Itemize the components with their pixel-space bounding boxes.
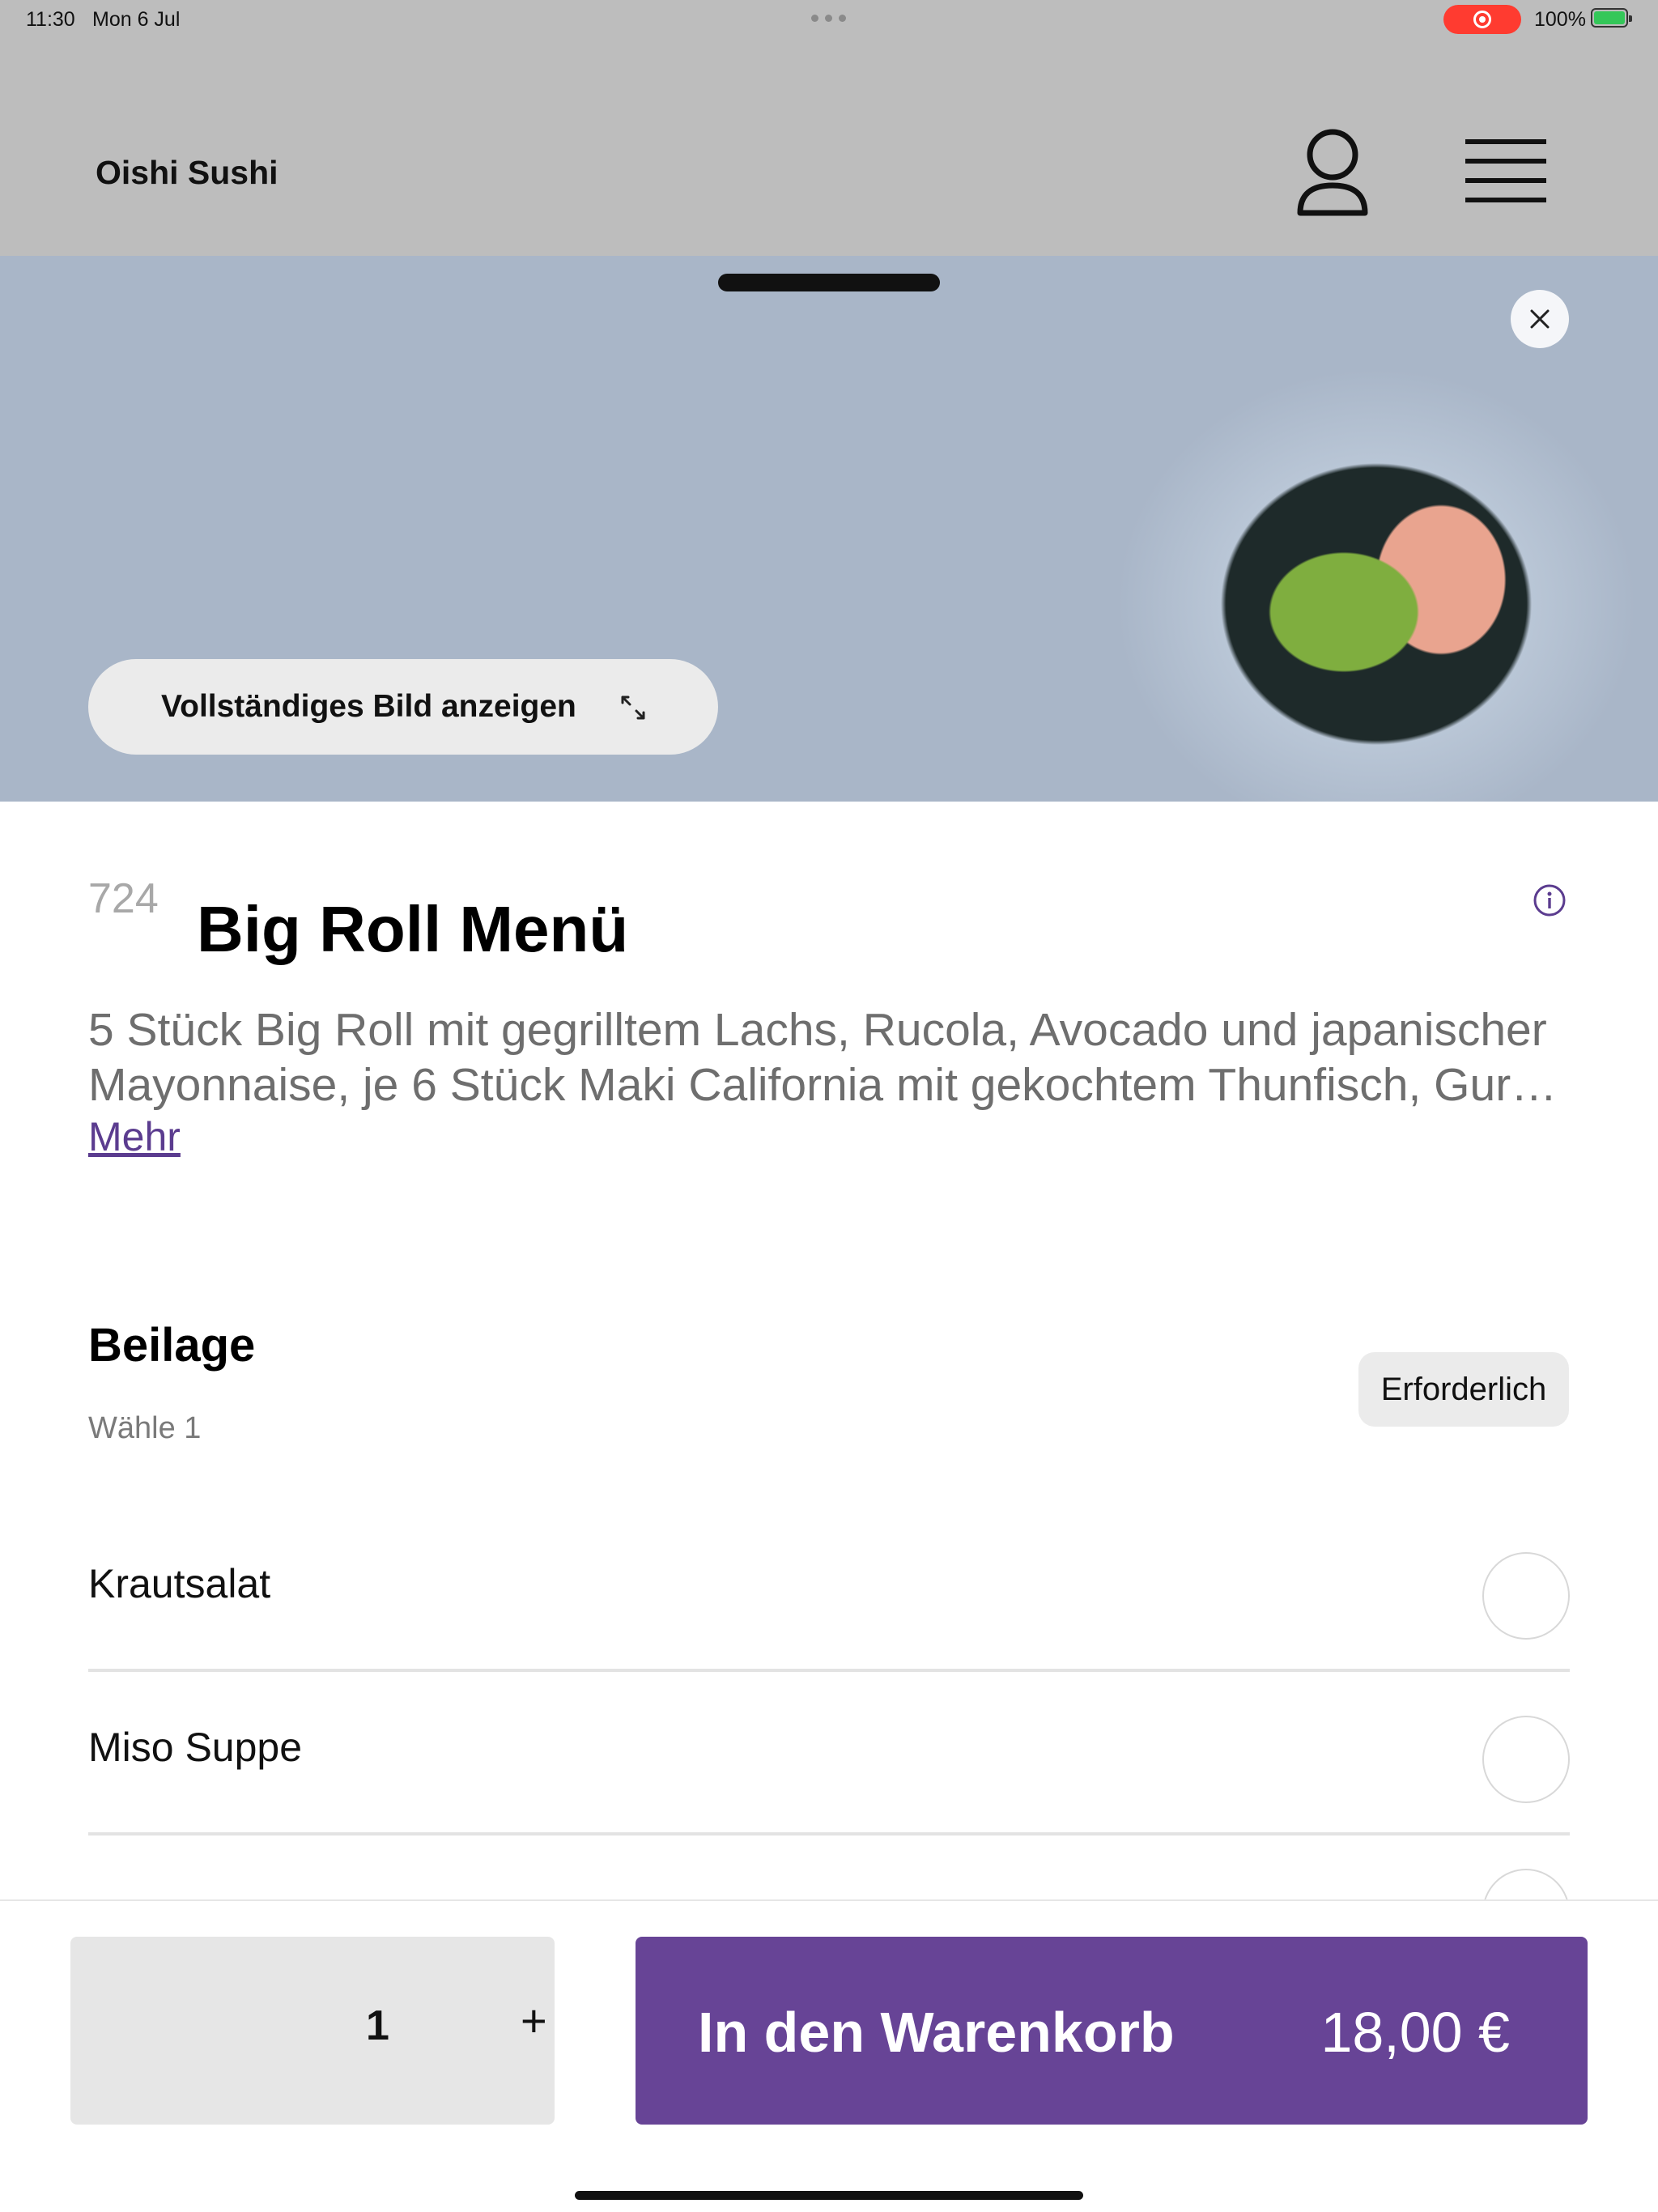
status-time: 11:30 <box>26 8 75 31</box>
item-photo: Vollständiges Bild anzeigen <box>0 256 1658 802</box>
add-to-cart-button[interactable]: In den Warenkorb 18,00 € <box>636 1937 1588 2125</box>
item-description-line: 5 Stück Big Roll mit gegrilltem Lachs, R… <box>88 1004 1547 1056</box>
close-button[interactable] <box>1511 290 1569 348</box>
option-label: Miso Suppe <box>88 1725 303 1770</box>
hamburger-menu-icon[interactable] <box>1465 136 1546 206</box>
user-icon[interactable] <box>1294 124 1371 219</box>
quantity-value: 1 <box>366 2002 389 2049</box>
option-group-title: Beilage <box>88 1319 256 1372</box>
required-badge: Erforderlich <box>1358 1352 1569 1427</box>
more-link[interactable]: Mehr <box>88 1113 181 1160</box>
status-date: Mon 6 Jul <box>92 8 181 31</box>
expand-icon <box>621 696 645 720</box>
screen-recording-icon <box>1443 5 1521 34</box>
increase-quantity-button[interactable]: + <box>521 1998 547 2044</box>
option-group-subtitle: Wähle 1 <box>88 1411 202 1445</box>
battery-percentage: 100% <box>1534 8 1586 31</box>
sheet-drag-handle[interactable] <box>718 274 940 291</box>
item-description-line: Mayonnaise, je 6 Stück Maki California m… <box>88 1059 1570 1111</box>
option-radio[interactable] <box>1482 1716 1570 1803</box>
home-indicator[interactable] <box>575 2191 1083 2200</box>
option-radio[interactable] <box>1482 1869 1570 1899</box>
option-miso-suppe[interactable]: Miso Suppe <box>88 1672 1570 1836</box>
item-title: Big Roll Menü <box>197 893 629 965</box>
option-radio[interactable] <box>1482 1552 1570 1640</box>
battery-icon <box>1591 8 1632 28</box>
multitasking-dots-icon[interactable] <box>811 15 846 22</box>
option-partially-visible[interactable] <box>88 1867 1570 1899</box>
cart-footer: 1 + In den Warenkorb 18,00 € <box>0 1899 1658 2212</box>
option-krautsalat[interactable]: Krautsalat <box>88 1508 1570 1672</box>
price: 18,00 € <box>1320 2001 1510 2064</box>
quantity-stepper: 1 + <box>70 1937 555 2125</box>
item-description: 5 Stück Big Roll mit gegrilltem Lachs, R… <box>88 1002 1570 1112</box>
add-to-cart-label: In den Warenkorb <box>698 2001 1175 2064</box>
info-icon[interactable] <box>1533 883 1567 917</box>
status-bar: 11:30 Mon 6 Jul 100% <box>0 0 1658 39</box>
show-full-image-label: Vollständiges Bild anzeigen <box>161 689 576 724</box>
show-full-image-button[interactable]: Vollständiges Bild anzeigen <box>88 659 718 755</box>
item-number: 724 <box>88 875 159 922</box>
close-icon <box>1530 309 1550 329</box>
option-label: Krautsalat <box>88 1561 271 1606</box>
brand-title[interactable]: Oishi Sushi <box>96 154 278 192</box>
